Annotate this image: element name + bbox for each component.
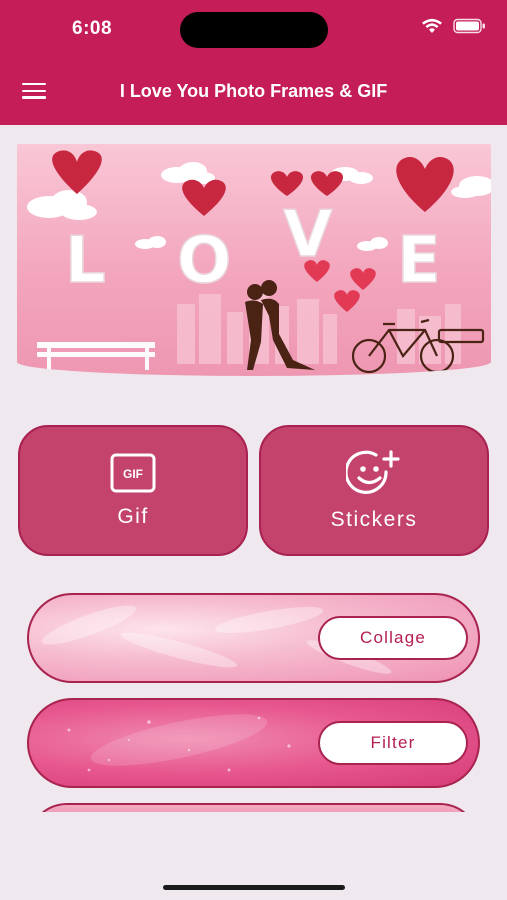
status-time: 6:08 bbox=[72, 18, 113, 39]
filter-banner[interactable]: Filter bbox=[27, 698, 480, 788]
collage-button[interactable]: Collage bbox=[318, 616, 468, 660]
status-icons bbox=[421, 18, 487, 34]
collage-banner[interactable]: Collage bbox=[27, 593, 480, 683]
gif-icon: GIF bbox=[110, 453, 156, 492]
app-header: 6:08 I Love You Photo Frames & GIF bbox=[0, 0, 507, 125]
dynamic-island bbox=[180, 12, 328, 48]
home-indicator[interactable] bbox=[163, 885, 345, 890]
banner-letter: O bbox=[177, 224, 231, 298]
battery-icon bbox=[453, 18, 485, 34]
stickers-card-button[interactable]: Stickers bbox=[259, 425, 489, 556]
sticker-add-icon bbox=[346, 449, 400, 494]
banner-letter: E bbox=[397, 224, 441, 298]
gif-icon-text: GIF bbox=[123, 467, 143, 481]
love-banner-image: L O V E bbox=[17, 144, 491, 376]
gif-card-button[interactable]: GIF Gif bbox=[18, 425, 248, 556]
app-title: I Love You Photo Frames & GIF bbox=[119, 81, 388, 101]
gif-card-label: Gif bbox=[117, 504, 149, 528]
banner-letter: V bbox=[283, 198, 333, 272]
filter-button[interactable]: Filter bbox=[318, 721, 468, 765]
stickers-card-label: Stickers bbox=[330, 507, 418, 531]
wifi-icon bbox=[422, 18, 442, 33]
banner-letter: L bbox=[65, 224, 106, 298]
